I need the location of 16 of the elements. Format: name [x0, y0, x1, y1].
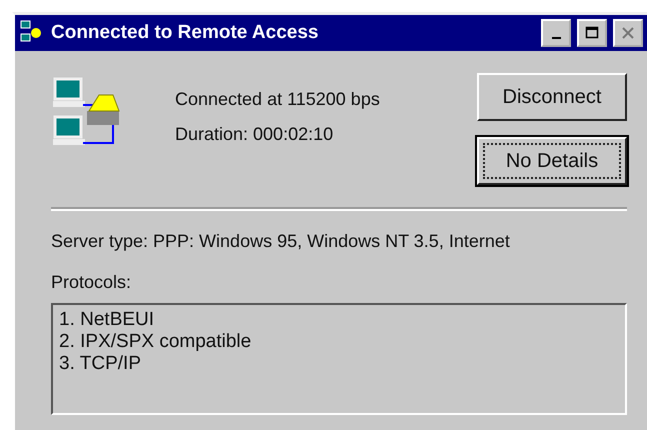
close-button[interactable] — [613, 19, 643, 47]
connection-speed: Connected at 115200 bps — [175, 89, 381, 110]
disconnect-button[interactable]: Disconnect — [477, 73, 627, 121]
minimize-button[interactable] — [541, 19, 571, 47]
maximize-icon — [585, 26, 599, 40]
protocol-item: 1. NetBEUI — [59, 309, 156, 331]
maximize-button[interactable] — [577, 19, 607, 47]
window-title: Connected to Remote Access — [51, 22, 320, 44]
connection-duration: Duration: 000:02:10 — [175, 124, 334, 145]
details-button[interactable]: No Details — [477, 137, 627, 185]
protocols-label: Protocols: — [51, 272, 132, 293]
close-icon — [621, 26, 635, 40]
protocol-item: 2. IPX/SPX compatible — [59, 331, 252, 353]
server-type: Server type: PPP: Windows 95, Windows NT 3.5, Internet — [51, 231, 511, 252]
minimize-icon — [552, 37, 560, 39]
protocol-item: 3. TCP/IP — [59, 353, 142, 375]
